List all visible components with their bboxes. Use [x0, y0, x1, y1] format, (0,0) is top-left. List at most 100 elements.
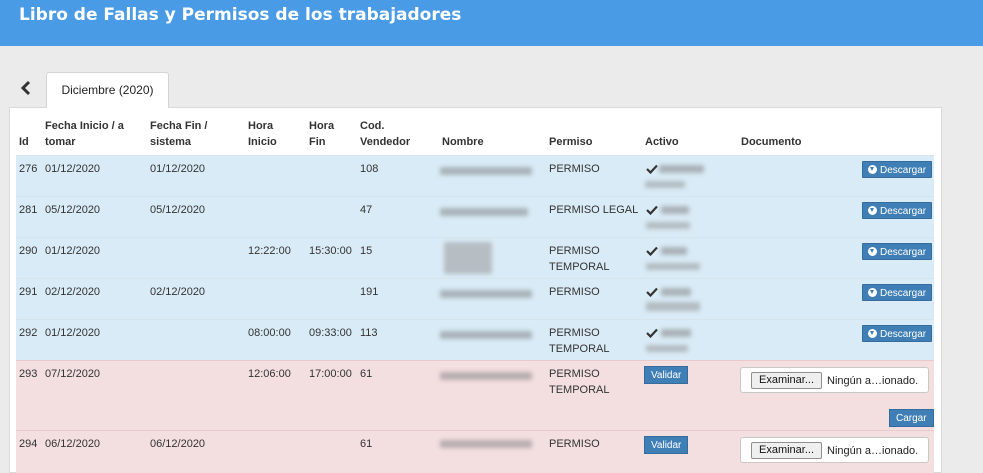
row-id: 293 — [19, 368, 38, 380]
redacted-name — [440, 208, 528, 216]
table-row: 291 02/12/2020 02/12/2020 191 PERMISO De… — [16, 278, 934, 319]
row-permiso: PERMISO — [549, 438, 600, 450]
row-permiso: PERMISO — [549, 163, 600, 175]
row-fecha-fin: 01/12/2020 — [150, 163, 206, 175]
column-header-activo: Activo — [645, 136, 679, 148]
row-permiso-line2: TEMPORAL — [549, 261, 610, 273]
download-button[interactable]: Descargar — [862, 161, 933, 178]
column-header-id: Id — [19, 136, 29, 148]
column-header-fecha-fin: Fecha Fin / sistema — [150, 120, 208, 148]
row-permiso: PERMISO — [549, 245, 600, 257]
row-id: 292 — [19, 327, 38, 339]
file-upload-field: Examinar... Ningún a…ionado. — [740, 367, 929, 393]
download-circle-icon — [868, 247, 877, 256]
row-cod-vendedor: 61 — [360, 438, 373, 450]
redacted-activo — [661, 206, 689, 214]
validar-button[interactable]: Validar — [644, 366, 689, 384]
column-header-documento: Documento — [741, 136, 802, 148]
download-button[interactable]: Descargar — [862, 325, 933, 342]
row-hora-inicio: 12:06:00 — [248, 368, 291, 380]
back-button[interactable] — [19, 80, 33, 96]
table-row: 276 01/12/2020 01/12/2020 108 PERMISO De… — [16, 155, 934, 196]
check-icon — [646, 164, 658, 174]
download-label: Descargar — [880, 329, 927, 340]
redacted-activo — [661, 247, 687, 255]
redacted-activo — [659, 165, 704, 173]
validar-button[interactable]: Validar — [644, 436, 689, 454]
tab-diciembre-2020[interactable]: Diciembre (2020) — [46, 72, 169, 108]
check-icon — [646, 246, 658, 256]
page-title: Libro de Fallas y Permisos de los trabaj… — [19, 5, 462, 25]
column-header-permiso: Permiso — [549, 136, 593, 148]
redacted-name — [440, 167, 532, 175]
cargar-button[interactable]: Cargar — [889, 409, 934, 427]
column-header-hora-inicio: Hora Inicio — [248, 120, 277, 148]
row-id: 290 — [19, 245, 38, 257]
file-status: Ningún a…ionado. — [827, 375, 919, 387]
download-label: Descargar — [880, 206, 927, 217]
column-header-nombre: Nombre — [442, 136, 484, 148]
table-row: 290 01/12/2020 12:22:00 15:30:00 15 PERM… — [16, 237, 934, 278]
row-permiso: PERMISO — [549, 327, 600, 339]
row-id: 276 — [19, 163, 38, 175]
redacted-name — [440, 440, 532, 448]
row-permiso-line2: TEMPORAL — [549, 343, 610, 355]
row-fecha-fin: 05/12/2020 — [150, 204, 206, 216]
row-hora-fin: 17:00:00 — [309, 368, 352, 380]
check-icon — [646, 287, 658, 297]
download-label: Descargar — [880, 247, 927, 258]
redacted-activo — [646, 302, 700, 311]
download-button[interactable]: Descargar — [862, 202, 933, 219]
redacted-activo — [646, 263, 700, 270]
download-circle-icon — [868, 206, 877, 215]
download-button[interactable]: Descargar — [862, 243, 933, 260]
row-hora-fin: 09:33:00 — [309, 327, 352, 339]
row-id: 281 — [19, 204, 38, 216]
redacted-activo — [646, 345, 688, 352]
browse-file-button[interactable]: Examinar... — [751, 442, 823, 459]
app-header: Libro de Fallas y Permisos de los trabaj… — [0, 0, 983, 46]
row-cod-vendedor: 61 — [360, 368, 373, 380]
row-fecha-inicio: 02/12/2020 — [45, 286, 101, 298]
row-fecha-fin: 06/12/2020 — [150, 438, 206, 450]
redacted-activo — [646, 222, 690, 229]
row-cod-vendedor: 113 — [360, 327, 378, 339]
row-cod-vendedor: 191 — [360, 286, 379, 298]
column-header-fecha-inicio: Fecha Inicio / a tomar — [45, 120, 124, 148]
row-fecha-inicio: 06/12/2020 — [45, 438, 101, 450]
row-fecha-inicio: 01/12/2020 — [45, 163, 101, 175]
row-id: 291 — [19, 286, 38, 298]
row-fecha-inicio: 05/12/2020 — [45, 204, 101, 216]
chevron-left-icon — [20, 80, 31, 96]
table-row: 281 05/12/2020 05/12/2020 47 PERMISO LEG… — [16, 196, 934, 237]
download-circle-icon — [868, 165, 877, 174]
redacted-name — [440, 290, 532, 298]
row-hora-inicio: 08:00:00 — [248, 327, 291, 339]
row-fecha-fin: 02/12/2020 — [150, 286, 206, 298]
row-permiso-line2: TEMPORAL — [549, 384, 610, 396]
column-header-cod-vendedor: Cod. Vendedor — [360, 120, 411, 148]
row-cod-vendedor: 47 — [360, 204, 373, 216]
download-circle-icon — [868, 329, 877, 338]
column-header-hora-fin: Hora Fin — [309, 120, 335, 148]
row-permiso: PERMISO LEGAL — [549, 204, 639, 216]
row-cod-vendedor: 108 — [360, 163, 379, 175]
download-label: Descargar — [880, 288, 927, 299]
file-upload-field: Examinar... Ningún a…ionado. — [740, 437, 929, 463]
download-circle-icon — [868, 288, 877, 297]
file-status: Ningún a…ionado. — [827, 445, 919, 457]
row-permiso: PERMISO — [549, 286, 600, 298]
download-button[interactable]: Descargar — [862, 284, 933, 301]
check-icon — [646, 328, 658, 338]
browse-file-button[interactable]: Examinar... — [751, 372, 823, 389]
table-row: 293 07/12/2020 12:06:00 17:00:00 61 PERM… — [16, 360, 934, 430]
row-hora-fin: 15:30:00 — [309, 245, 352, 257]
row-fecha-inicio: 07/12/2020 — [45, 368, 101, 380]
row-cod-vendedor: 15 — [360, 245, 373, 257]
row-id: 294 — [19, 438, 38, 450]
check-icon — [646, 205, 658, 215]
row-fecha-inicio: 01/12/2020 — [45, 327, 101, 339]
redacted-name — [440, 372, 532, 380]
redacted-activo — [661, 288, 691, 296]
download-label: Descargar — [880, 165, 927, 176]
